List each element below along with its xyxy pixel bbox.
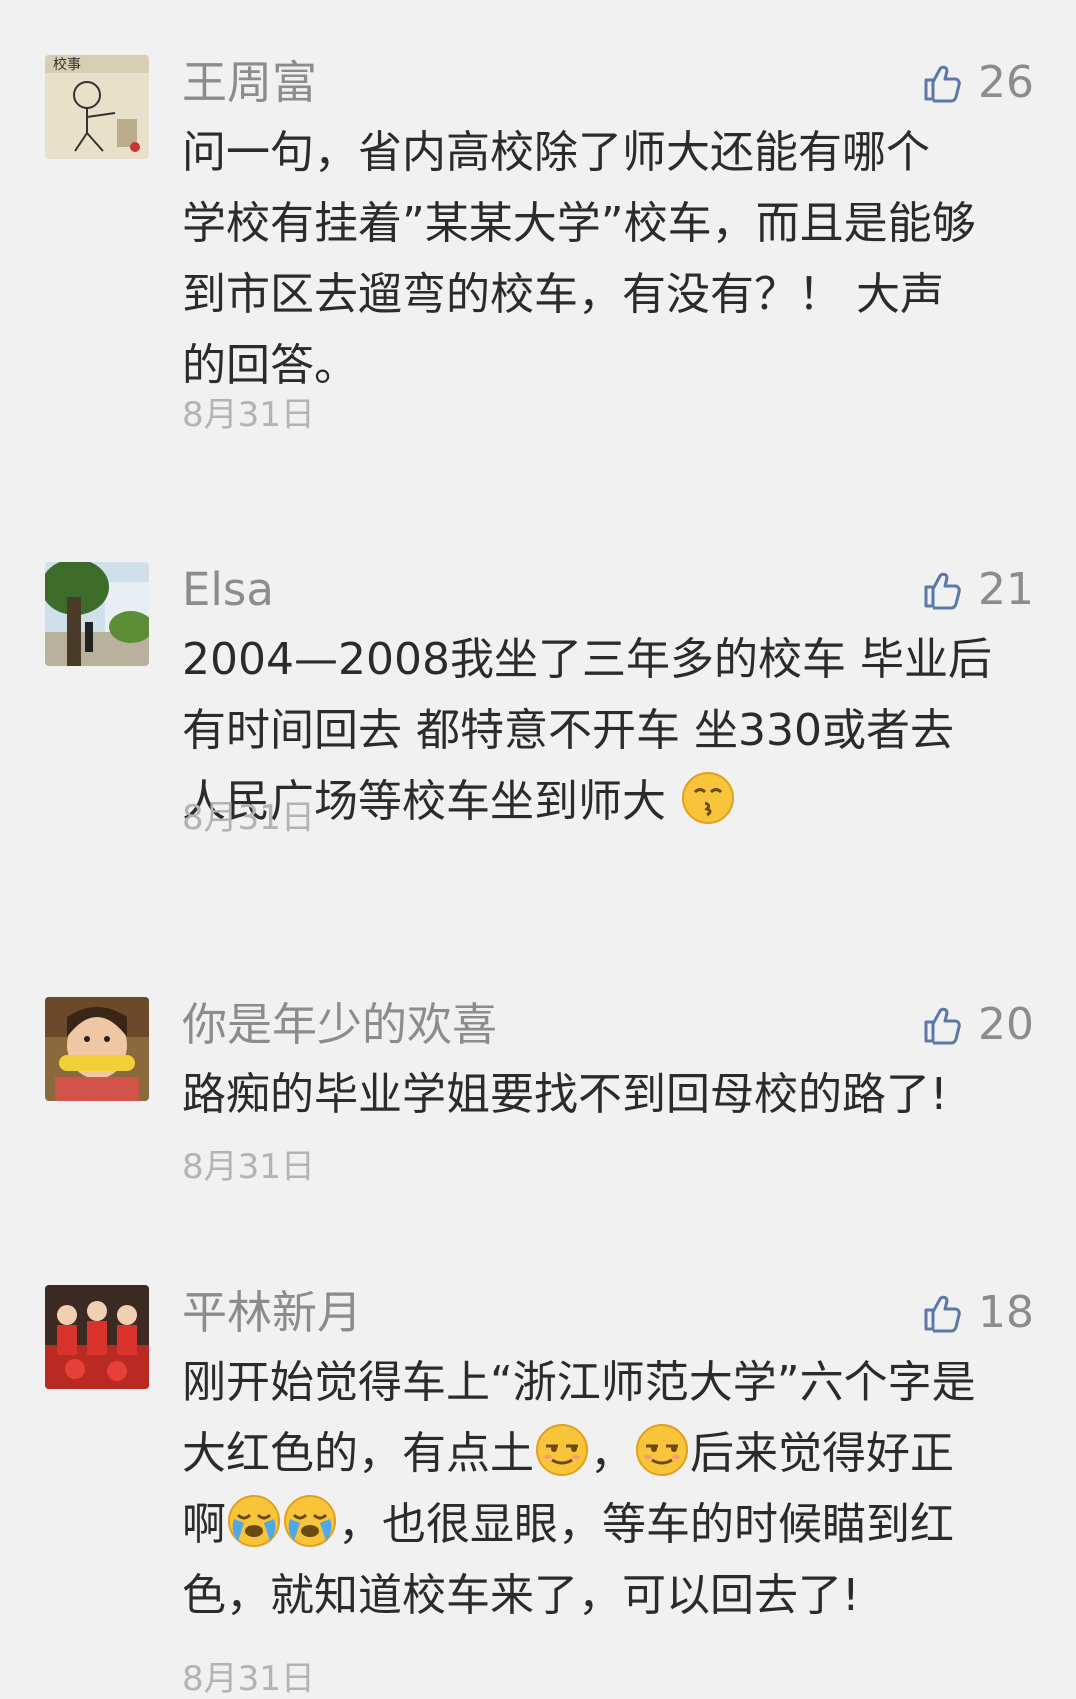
comment-date: 8月31日	[182, 798, 315, 838]
tree-photo-avatar-icon	[45, 562, 149, 666]
comment-date: 8月31日	[182, 395, 315, 435]
comment-text: 刚开始觉得车上“浙江师范大学”六个字是 大红色的，有点土 ， 后来觉得好正 啊 ，也很…	[182, 1347, 1038, 1631]
comment-line: 色，就知道校车来了，可以回去了!	[182, 1570, 860, 1621]
crying-face-emoji-icon	[226, 1493, 282, 1549]
like-count: 18	[978, 1287, 1034, 1338]
commenter-name[interactable]: Elsa	[182, 562, 274, 618]
thumbs-up-icon	[924, 65, 961, 103]
commenter-name[interactable]: 平林新月	[182, 1285, 362, 1341]
smirk-face-emoji-icon	[534, 1422, 590, 1478]
commenter-name[interactable]: 你是年少的欢喜	[182, 997, 497, 1053]
avatar[interactable]	[45, 997, 149, 1101]
thumbs-up-icon	[924, 1007, 961, 1045]
like-button[interactable]: 26	[922, 55, 1034, 111]
comment-date: 8月31日	[182, 1147, 315, 1187]
smirk-face-emoji-icon	[634, 1422, 690, 1478]
child-eating-corn-avatar-icon	[45, 997, 149, 1101]
red-figures-avatar-icon	[45, 1285, 149, 1389]
comment-text: 问一句，省内高校除了师大还能有哪个 学校有挂着”某某大学”校车，而且是能够 到市…	[182, 117, 1038, 401]
comment-text: 路痴的毕业学姐要找不到回母校的路了!	[182, 1059, 1038, 1130]
comment-line: 的回答。	[182, 340, 358, 391]
svg-text:校事: 校事	[53, 56, 81, 73]
like-count: 20	[978, 999, 1034, 1050]
comment-line: 啊	[182, 1499, 226, 1550]
commenter-name[interactable]: 王周富	[182, 55, 317, 111]
avatar[interactable]	[45, 562, 149, 666]
like-button[interactable]: 18	[922, 1285, 1034, 1341]
comment-line: 后来觉得好正	[690, 1428, 954, 1479]
like-button[interactable]: 20	[922, 997, 1034, 1053]
avatar[interactable]	[45, 1285, 149, 1389]
thumbs-up-icon	[924, 1295, 961, 1333]
comment-line: 到市区去遛弯的校车，有没有？！ 大声	[182, 269, 944, 320]
comment-line: 2004—2008我坐了三年多的校车 毕业后	[182, 634, 992, 685]
thumbs-up-icon	[924, 572, 961, 610]
kissing-face-emoji-icon	[680, 770, 736, 826]
comment-line: ，	[590, 1428, 634, 1479]
comment-line: 刚开始觉得车上“浙江师范大学”六个字是	[182, 1357, 976, 1408]
like-button[interactable]: 21	[922, 562, 1034, 618]
comment-line: 问一句，省内高校除了师大还能有哪个	[182, 127, 930, 178]
avatar[interactable]: 校事	[45, 55, 149, 159]
crying-face-emoji-icon	[282, 1493, 338, 1549]
comment-line: 大红色的，有点土	[182, 1428, 534, 1479]
comment-date: 8月31日	[182, 1659, 315, 1699]
cartoon-sketch-avatar-icon: 校事	[45, 55, 149, 159]
comment-line: 学校有挂着”某某大学”校车，而且是能够	[182, 198, 976, 249]
comment-line: 有时间回去 都特意不开车 坐330或者去	[182, 705, 954, 756]
like-count: 26	[978, 57, 1034, 108]
like-count: 21	[978, 564, 1034, 615]
comment-line: 路痴的毕业学姐要找不到回母校的路了!	[182, 1069, 948, 1120]
comment-line: ，也很显眼，等车的时候瞄到红	[338, 1499, 954, 1550]
